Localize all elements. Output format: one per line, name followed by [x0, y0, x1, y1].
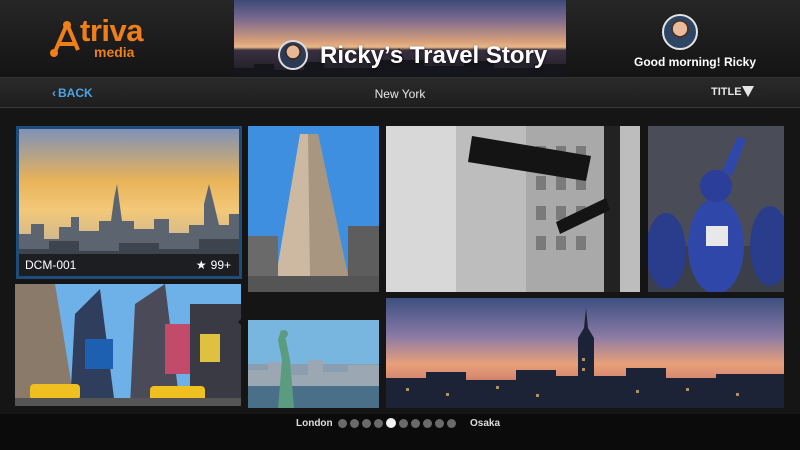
- sort-by-title-button[interactable]: TITLE: [711, 86, 742, 98]
- photo-tile-skyline-sunset[interactable]: DCM-001 ★ 99+: [16, 126, 242, 279]
- page-dot[interactable]: [435, 419, 444, 428]
- user-greeting: Good morning! Ricky: [633, 55, 756, 69]
- sub-navigation-bar: ‹ BACK New York TITLE: [0, 78, 800, 108]
- photo-tile-football[interactable]: [648, 126, 784, 292]
- back-button[interactable]: ‹ BACK: [52, 86, 93, 100]
- football-players-image: [648, 126, 784, 292]
- wall-street-sign-image: [386, 126, 640, 292]
- page-dot[interactable]: [423, 419, 432, 428]
- photo-tile-times-square[interactable]: [15, 284, 241, 406]
- photo-tile-statue-of-liberty[interactable]: [248, 320, 379, 408]
- photo-tile-wall-street[interactable]: [386, 126, 640, 292]
- page-dot[interactable]: [411, 419, 420, 428]
- photo-tile-flatiron[interactable]: [248, 126, 379, 292]
- flatiron-building-image: [248, 126, 379, 292]
- story-author-avatar: [278, 40, 308, 70]
- page-dot[interactable]: [350, 419, 359, 428]
- photo-caption: DCM-001 ★ 99+: [19, 254, 239, 276]
- page-dot[interactable]: [447, 419, 456, 428]
- page-title: New York: [374, 87, 426, 101]
- page-dot[interactable]: [338, 419, 347, 428]
- user-avatar[interactable]: [662, 14, 698, 50]
- story-title: Ricky’s Travel Story: [320, 42, 548, 69]
- photo-id: DCM-001: [25, 258, 77, 272]
- logo-wordmark: triva: [80, 13, 143, 48]
- statue-of-liberty-image: [248, 320, 379, 408]
- photo-tile-night-skyline[interactable]: [386, 298, 784, 408]
- story-banner: Ricky’s Travel Story: [234, 0, 566, 76]
- back-label: BACK: [58, 86, 93, 100]
- page-dot[interactable]: [399, 419, 408, 428]
- page-dot[interactable]: [374, 419, 383, 428]
- photo-rating: ★ 99+: [196, 254, 231, 276]
- triva-media-logo[interactable]: triva media: [50, 14, 150, 60]
- night-skyline-image: [386, 298, 784, 408]
- times-square-image: [15, 284, 241, 406]
- city-pager: London Osaka: [0, 414, 800, 434]
- star-icon: ★: [195, 258, 207, 272]
- chevron-left-icon: ‹: [52, 86, 56, 100]
- app-header: triva media Ricky’s Travel Story Good mo…: [0, 0, 800, 78]
- previous-city-link[interactable]: London: [296, 418, 333, 429]
- rating-count: 99+: [210, 258, 231, 272]
- sort-dropdown-arrow-icon[interactable]: [742, 86, 754, 97]
- logo-node-icon: [50, 21, 80, 57]
- logo-subtext: media: [94, 44, 135, 60]
- page-dots: [338, 418, 456, 428]
- page-dot[interactable]: [362, 419, 371, 428]
- page-dot[interactable]: [386, 418, 396, 428]
- gallery-divider-notch: [238, 316, 244, 328]
- next-city-link[interactable]: Osaka: [470, 418, 500, 429]
- photo-gallery: DCM-001 ★ 99+: [0, 108, 800, 414]
